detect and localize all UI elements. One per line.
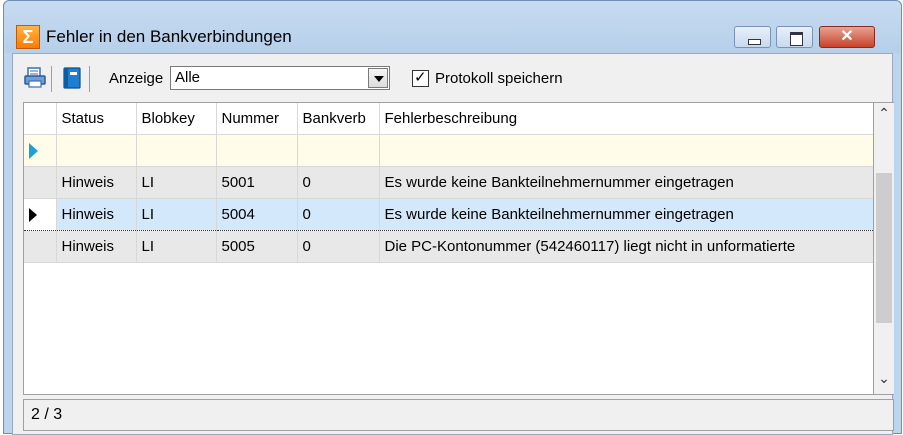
book-icon[interactable] (60, 66, 84, 90)
table-row[interactable]: Hinweis LI 5001 0 Es wurde keine Banktei… (24, 166, 873, 199)
status-bar: 2 / 3 (23, 399, 894, 431)
anzeige-label: Anzeige (109, 70, 164, 87)
client-area: Anzeige Alle ✓ Protokoll speichern Statu… (12, 53, 894, 435)
column-header-fehlerbeschreibung[interactable]: Fehlerbeschreibung (379, 103, 873, 135)
anzeige-filter-value: Alle (175, 69, 201, 86)
scroll-up-icon[interactable]: ⌃ (874, 105, 894, 127)
cell-beschreibung[interactable] (379, 134, 873, 167)
cell-beschreibung[interactable]: Es wurde keine Bankteilnehmernummer eing… (379, 166, 873, 199)
cell-nummer[interactable]: 5004 (216, 197, 298, 231)
cell-nummer[interactable] (216, 134, 298, 167)
window-title: Fehler in den Bankverbindungen (46, 27, 292, 46)
scroll-down-icon[interactable]: ⌄ (874, 370, 894, 392)
cell-blobkey[interactable]: LI (136, 166, 217, 199)
current-row-arrow-icon (29, 207, 37, 222)
maximize-button[interactable] (776, 26, 813, 48)
column-header-nummer[interactable]: Nummer (216, 103, 298, 135)
cell-status[interactable]: Hinweis (56, 197, 137, 231)
column-header-status[interactable]: Status (56, 103, 137, 135)
scroll-thumb[interactable] (876, 173, 892, 323)
close-button[interactable]: ✕ (819, 26, 875, 48)
cell-status[interactable] (56, 134, 137, 167)
error-window: Σ Fehler in den Bankverbindungen ✕ Anzei… (3, 0, 902, 435)
table-row[interactable]: Hinweis LI 5005 0 Die PC-Kontonummer (54… (24, 230, 873, 263)
column-header-bankverb[interactable]: Bankverb (297, 103, 380, 135)
row-indicator[interactable] (24, 197, 57, 231)
new-row[interactable] (24, 134, 873, 167)
checkmark-icon: ✓ (414, 69, 427, 86)
cell-beschreibung[interactable]: Die PC-Kontonummer (542460117) liegt nic… (379, 230, 873, 263)
row-indicator[interactable] (24, 230, 57, 263)
cell-bankverb[interactable]: 0 (297, 166, 380, 199)
grid-header-row: Status Blobkey Nummer Bankverb Fehlerbes… (24, 103, 873, 135)
cell-bankverb[interactable]: 0 (297, 197, 380, 231)
print-icon[interactable] (23, 66, 47, 90)
protokoll-label[interactable]: Protokoll speichern (435, 70, 563, 87)
row-indicator[interactable] (24, 166, 57, 199)
toolbar: Anzeige Alle ✓ Protokoll speichern (13, 54, 892, 101)
cell-blobkey[interactable] (136, 134, 217, 167)
minimize-button[interactable] (734, 26, 771, 48)
anzeige-filter-select[interactable]: Alle (170, 66, 390, 90)
cell-beschreibung[interactable]: Es wurde keine Bankteilnehmernummer eing… (379, 197, 873, 231)
close-icon: ✕ (840, 28, 854, 45)
title-bar[interactable]: Σ Fehler in den Bankverbindungen ✕ (4, 1, 901, 53)
column-header-blobkey[interactable]: Blobkey (136, 103, 217, 135)
vertical-scrollbar[interactable]: ⌃ ⌄ (874, 102, 894, 395)
toolbar-separator (89, 66, 90, 92)
cell-status[interactable]: Hinweis (56, 230, 137, 263)
record-position: 2 / 3 (31, 406, 63, 423)
cell-blobkey[interactable]: LI (136, 197, 217, 231)
maximize-icon (777, 27, 812, 47)
cell-nummer[interactable]: 5005 (216, 230, 298, 263)
cell-blobkey[interactable]: LI (136, 230, 217, 263)
row-indicator-header (24, 103, 57, 135)
dropdown-arrow-icon[interactable] (368, 68, 388, 88)
cell-status[interactable]: Hinweis (56, 166, 137, 199)
table-row-selected[interactable]: Hinweis LI 5004 0 Es wurde keine Banktei… (24, 197, 873, 231)
protokoll-checkbox[interactable]: ✓ (412, 69, 429, 87)
error-grid: Status Blobkey Nummer Bankverb Fehlerbes… (23, 102, 874, 395)
cell-bankverb[interactable]: 0 (297, 230, 380, 263)
toolbar-separator (51, 66, 52, 92)
sigma-app-icon: Σ (16, 25, 40, 49)
cell-nummer[interactable]: 5001 (216, 166, 298, 199)
cell-bankverb[interactable] (297, 134, 380, 167)
minimize-icon (735, 27, 770, 47)
new-row-arrow-icon (29, 142, 38, 159)
row-indicator[interactable] (24, 134, 57, 167)
